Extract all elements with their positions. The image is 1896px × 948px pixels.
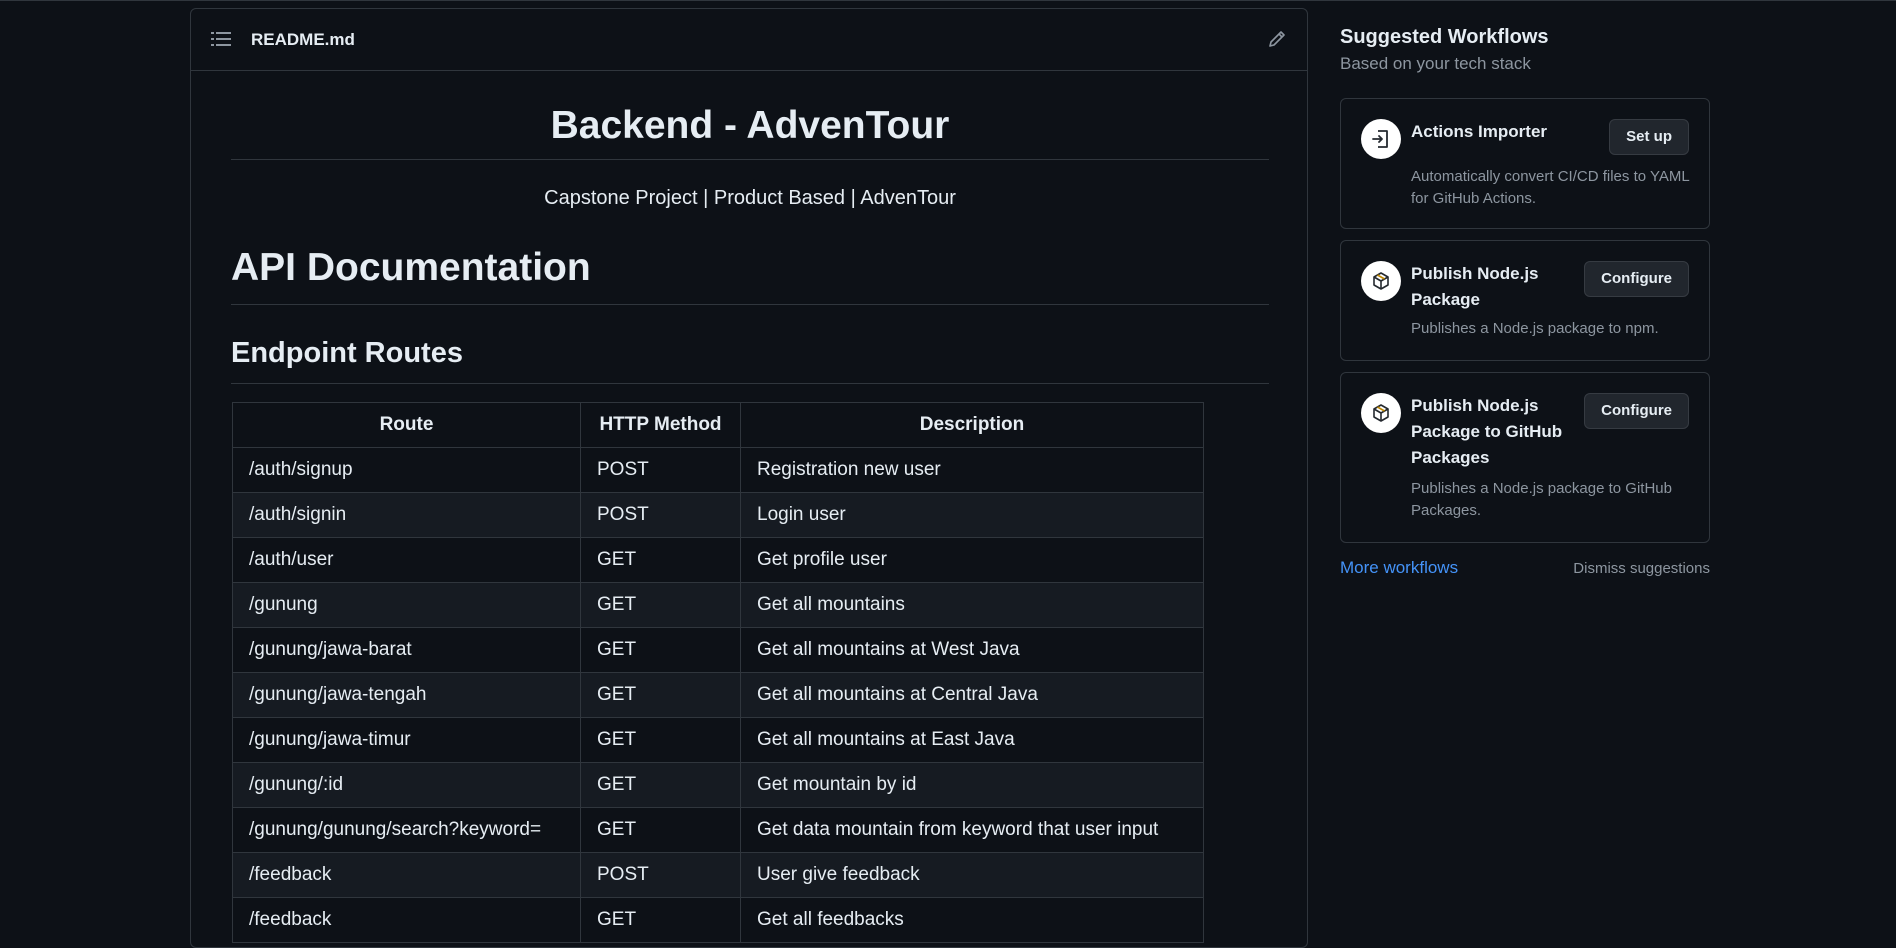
table-row: /gunung/gunung/search?keyword= GET Get d…: [232, 807, 1204, 853]
method-cell: GET: [580, 897, 741, 943]
readme-subtitle: Capstone Project | Product Based | Adven…: [544, 187, 956, 209]
table-row: /feedback POST User give feedback: [232, 852, 1204, 898]
method-cell: POST: [580, 447, 741, 493]
workflow-name: Actions Importer: [1411, 122, 1548, 141]
description-cell: Get all mountains at Central Java: [740, 672, 1204, 718]
description-cell: Get all mountains at East Java: [740, 717, 1204, 763]
method-cell: POST: [580, 852, 741, 898]
table-row: /auth/signin POST Login user: [232, 492, 1204, 538]
description-cell: Login user: [740, 492, 1204, 538]
table-header-row: Route HTTP Method Description: [232, 402, 1204, 448]
description-cell: Get profile user: [740, 537, 1204, 583]
route-cell: /gunung: [232, 582, 581, 628]
method-cell: GET: [580, 807, 741, 853]
table-row: /feedback GET Get all feedbacks: [232, 897, 1204, 943]
routes-table: Route HTTP Method Description /auth/sign…: [232, 402, 1204, 943]
readme-header: README.md: [191, 9, 1307, 71]
method-cell: GET: [580, 717, 741, 763]
workflow-name: Publish Node.js Package: [1411, 264, 1539, 309]
description-cell: Get all mountains: [740, 582, 1204, 628]
markdown-body: Backend - AdvenTour Capstone Project | P…: [231, 71, 1269, 943]
table-row: /auth/user GET Get profile user: [232, 537, 1204, 583]
description-cell: Get data mountain from keyword that user…: [740, 807, 1204, 853]
package-icon: [1361, 393, 1401, 433]
set-up-button[interactable]: Set up: [1609, 119, 1689, 155]
readme-filename[interactable]: README.md: [251, 9, 355, 70]
sidebar-title: Suggested Workflows: [1340, 26, 1549, 48]
table-row: /gunung/jawa-barat GET Get all mountains…: [232, 627, 1204, 673]
route-cell: /gunung/gunung/search?keyword=: [232, 807, 581, 853]
outline-list-icon[interactable]: [211, 30, 231, 48]
workflow-name: Publish Node.js Package to GitHub Packag…: [1411, 396, 1563, 467]
configure-button[interactable]: Configure: [1584, 261, 1689, 297]
workflow-description: Automatically convert CI/CD files to YAM…: [1411, 168, 1690, 207]
route-cell: /feedback: [232, 852, 581, 898]
method-cell: GET: [580, 537, 741, 583]
readme-panel: README.md Backend - AdvenTour Capstone P…: [190, 8, 1308, 948]
table-row: /gunung/:id GET Get mountain by id: [232, 762, 1204, 808]
table-row: /gunung/jawa-timur GET Get all mountains…: [232, 717, 1204, 763]
more-workflows-link[interactable]: More workflows: [1340, 556, 1458, 580]
description-cell: User give feedback: [740, 852, 1204, 898]
table-row: /auth/signup POST Registration new user: [232, 447, 1204, 493]
route-cell: /auth/user: [232, 537, 581, 583]
workflow-card-actions-importer: Actions Importer Set up Automatically co…: [1340, 98, 1710, 229]
sidebar-subtitle: Based on your tech stack: [1340, 54, 1531, 73]
description-cell: Get all mountains at West Java: [740, 627, 1204, 673]
import-icon: [1361, 119, 1401, 159]
method-cell: GET: [580, 627, 741, 673]
method-cell: GET: [580, 582, 741, 628]
column-header-route: Route: [232, 402, 581, 448]
table-row: /gunung GET Get all mountains: [232, 582, 1204, 628]
workflow-description: Publishes a Node.js package to npm.: [1411, 320, 1659, 337]
workflow-card-publish-nodejs-github-packages: Publish Node.js Package to GitHub Packag…: [1340, 372, 1710, 543]
readme-title-heading: Backend - AdvenTour: [231, 71, 1269, 160]
route-cell: /gunung/jawa-barat: [232, 627, 581, 673]
description-cell: Get mountain by id: [740, 762, 1204, 808]
method-cell: GET: [580, 672, 741, 718]
pencil-edit-icon[interactable]: [1267, 29, 1287, 49]
description-cell: Registration new user: [740, 447, 1204, 493]
top-border: [0, 0, 1896, 1]
route-cell: /feedback: [232, 897, 581, 943]
workflow-description: Publishes a Node.js package to GitHub Pa…: [1411, 480, 1672, 519]
configure-button[interactable]: Configure: [1584, 393, 1689, 429]
column-header-method: HTTP Method: [580, 402, 741, 448]
endpoint-routes-heading: Endpoint Routes: [231, 305, 1269, 384]
dismiss-suggestions-link[interactable]: Dismiss suggestions: [1573, 557, 1710, 581]
column-header-description: Description: [740, 402, 1204, 448]
workflow-card-publish-nodejs: Publish Node.js Package Configure Publis…: [1340, 240, 1710, 361]
route-cell: /auth/signin: [232, 492, 581, 538]
table-row: /gunung/jawa-tengah GET Get all mountain…: [232, 672, 1204, 718]
method-cell: POST: [580, 492, 741, 538]
route-cell: /gunung/jawa-tengah: [232, 672, 581, 718]
route-cell: /gunung/:id: [232, 762, 581, 808]
route-cell: /gunung/jawa-timur: [232, 717, 581, 763]
route-cell: /auth/signup: [232, 447, 581, 493]
method-cell: GET: [580, 762, 741, 808]
package-icon: [1361, 261, 1401, 301]
description-cell: Get all feedbacks: [740, 897, 1204, 943]
suggested-workflows-sidebar: Suggested Workflows Based on your tech s…: [1340, 24, 1710, 577]
api-documentation-heading: API Documentation: [231, 212, 1269, 305]
